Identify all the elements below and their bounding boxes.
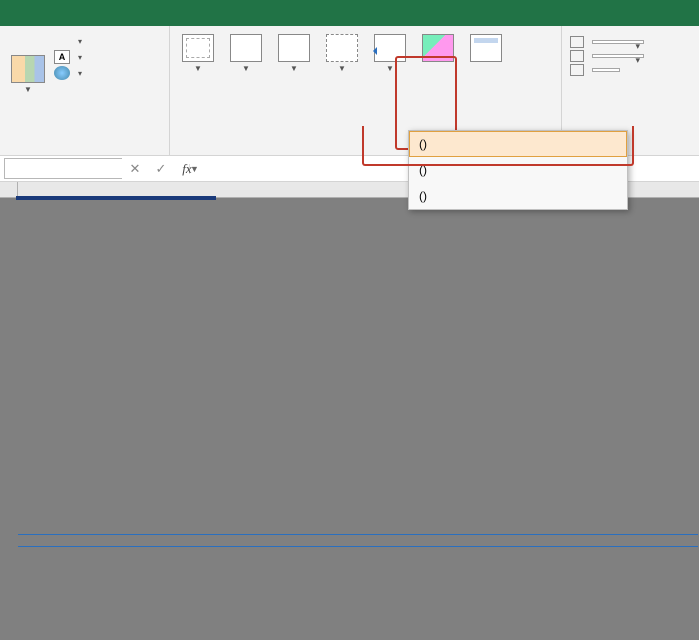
colors-button[interactable]: ▾: [54, 34, 82, 48]
theme-group-label: [4, 151, 165, 155]
page-break-indicator: [18, 534, 698, 535]
scale-group-label: [566, 76, 695, 80]
orientation-button[interactable]: ▼: [222, 30, 270, 118]
breaks-dropdown: () () (): [408, 130, 628, 210]
insert-page-break-item[interactable]: (): [409, 131, 627, 157]
print-titles-button[interactable]: [462, 30, 510, 118]
effects-button[interactable]: ▾: [54, 66, 82, 80]
scale-width-combo[interactable]: [592, 40, 644, 44]
size-icon: [278, 34, 310, 62]
breaks-button[interactable]: ▼: [366, 30, 414, 118]
reset-page-breaks-item[interactable]: (): [409, 183, 627, 209]
chevron-down-icon: ▼: [24, 85, 32, 94]
width-icon: [570, 36, 584, 48]
zoom-icon: [570, 64, 584, 76]
fonts-icon: A: [54, 50, 70, 64]
ribbon-tabs: [0, 0, 699, 26]
height-icon: [570, 50, 584, 62]
print-area-button[interactable]: ▼: [318, 30, 366, 118]
insert-function-button[interactable]: fx: [174, 158, 200, 180]
themes-button[interactable]: ▼: [4, 30, 52, 118]
confirm-formula-button[interactable]: ✓: [148, 158, 174, 180]
worksheet-area: [0, 182, 699, 640]
breaks-icon: [374, 34, 406, 62]
margins-icon: [182, 34, 214, 62]
margins-button[interactable]: ▼: [174, 30, 222, 118]
cancel-formula-button[interactable]: ✕: [122, 158, 148, 180]
fonts-button[interactable]: A ▾: [54, 50, 82, 64]
select-all-corner[interactable]: [0, 182, 18, 197]
colors-icon: [54, 34, 70, 48]
background-button[interactable]: [414, 30, 462, 118]
remove-page-break-item[interactable]: (): [409, 157, 627, 183]
orientation-icon: [230, 34, 262, 62]
themes-icon: [11, 55, 45, 83]
size-button[interactable]: ▼: [270, 30, 318, 118]
name-box[interactable]: ▼: [4, 158, 122, 179]
scale-height-combo[interactable]: [592, 54, 644, 58]
page-break-indicator: [18, 546, 698, 547]
effects-icon: [54, 66, 70, 80]
background-icon: [422, 34, 454, 62]
print-titles-icon: [470, 34, 502, 62]
scale-zoom-spin[interactable]: [592, 68, 620, 72]
print-area-icon: [326, 34, 358, 62]
